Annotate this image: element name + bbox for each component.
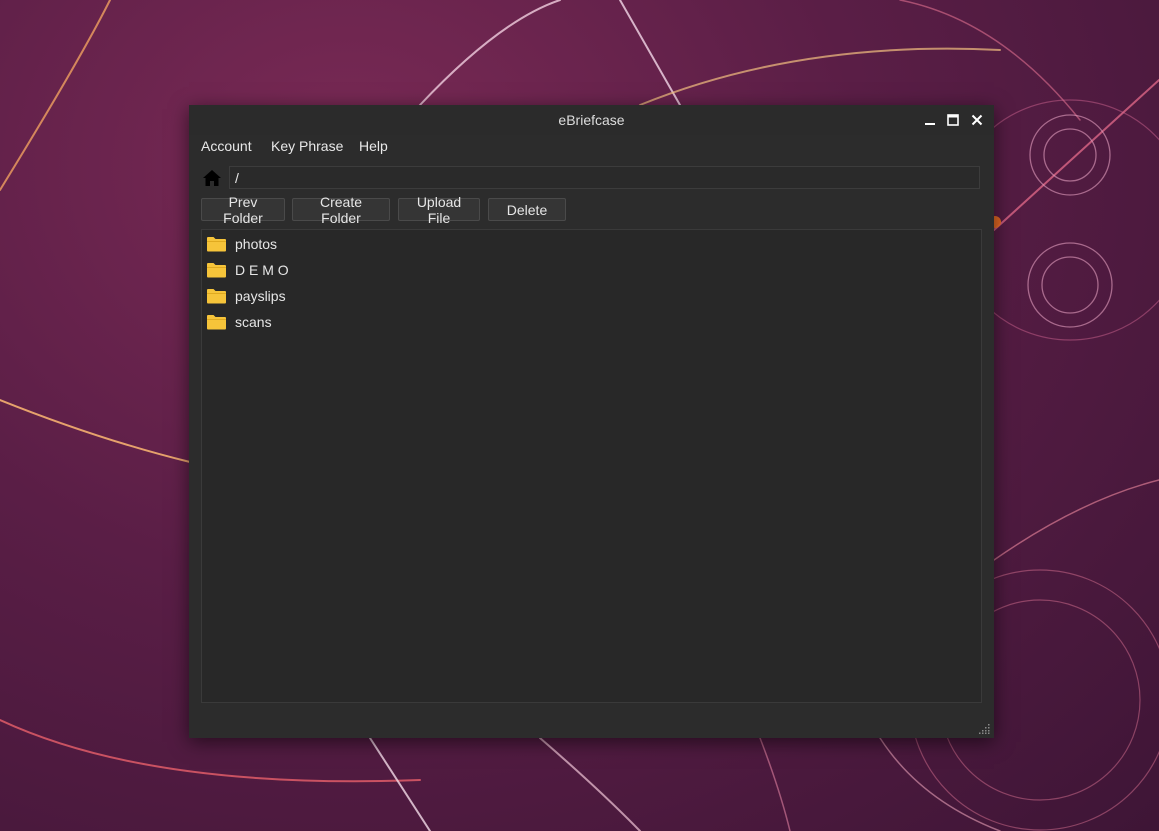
folder-icon — [207, 237, 226, 252]
create-folder-button[interactable]: Create Folder — [292, 194, 390, 226]
app-window: eBriefcase Account Key Phrase Help / Pre… — [189, 105, 994, 738]
folder-icon — [207, 263, 226, 278]
menu-account[interactable]: Account — [201, 138, 252, 154]
close-button[interactable] — [968, 111, 986, 129]
file-list[interactable]: photos D E M O payslips scans — [201, 229, 982, 703]
path-bar — [201, 165, 983, 191]
minimize-button[interactable] — [921, 111, 939, 129]
close-icon — [971, 114, 983, 126]
toolbar: Prev Folder Create Folder Upload File De… — [201, 194, 983, 226]
list-item[interactable]: payslips — [206, 285, 506, 307]
folder-icon — [207, 289, 226, 304]
delete-button[interactable]: Delete — [488, 198, 566, 221]
list-item[interactable]: D E M O — [206, 259, 506, 281]
maximize-button[interactable] — [944, 111, 962, 129]
upload-file-button[interactable]: Upload File — [398, 194, 480, 226]
file-name: photos — [235, 236, 278, 252]
resize-grip-icon[interactable] — [979, 723, 990, 734]
file-name: scans — [235, 314, 272, 330]
menu-key-phrase[interactable]: Key Phrase — [271, 138, 343, 154]
path-input[interactable] — [229, 166, 980, 189]
list-item[interactable]: scans — [206, 311, 506, 333]
file-name: payslips — [235, 288, 286, 304]
prev-folder-button[interactable]: Prev Folder — [201, 194, 285, 226]
title-bar[interactable]: eBriefcase — [189, 105, 994, 135]
list-item[interactable]: photos — [206, 233, 506, 255]
menu-bar: Account Key Phrase Help — [189, 135, 994, 157]
minimize-icon — [925, 123, 935, 125]
maximize-icon — [947, 114, 959, 126]
home-icon[interactable] — [202, 168, 222, 188]
window-title: eBriefcase — [558, 112, 625, 128]
folder-icon — [207, 315, 226, 330]
menu-help[interactable]: Help — [359, 138, 388, 154]
file-name: D E M O — [235, 262, 289, 278]
